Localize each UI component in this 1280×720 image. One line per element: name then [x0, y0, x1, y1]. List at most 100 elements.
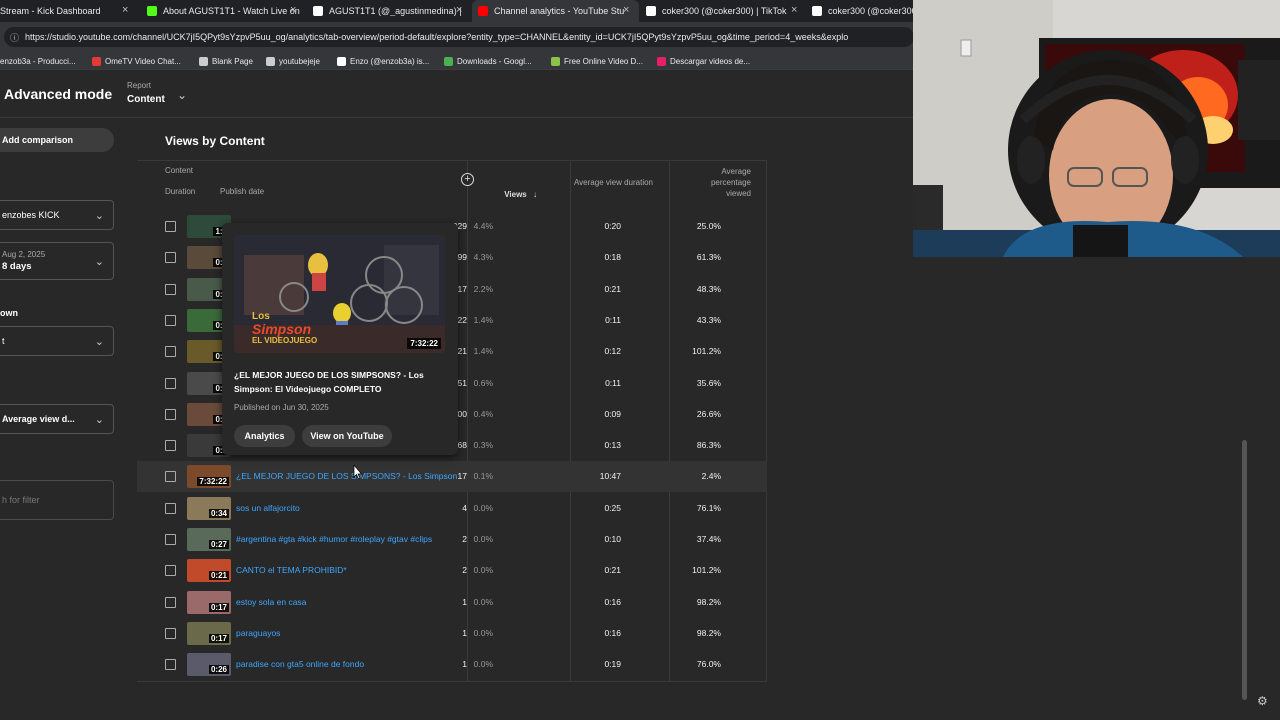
video-title-link[interactable]: sos un alfajorcito — [236, 503, 462, 513]
game-logo: Los Simpson EL VIDEOJUEGO — [252, 311, 318, 345]
metric-select-value: Average view d... — [2, 414, 75, 424]
chevron-down-icon[interactable]: ⌄ — [177, 88, 187, 102]
video-title-link[interactable]: ¿EL MEJOR JUEGO DE LOS SIMPSONS? - Los S… — [236, 471, 462, 481]
row-checkbox[interactable] — [165, 502, 176, 514]
video-thumbnail[interactable]: 0:21 — [187, 559, 231, 583]
column-header-views[interactable]: Views ↓ — [504, 189, 537, 200]
date-range-select[interactable]: Aug 2, 2025 8 days ⌄ — [0, 242, 114, 280]
video-thumbnail[interactable]: 0:34 — [187, 496, 231, 520]
row-checkbox[interactable] — [165, 596, 176, 608]
info-icon[interactable]: ⓘ — [10, 31, 19, 44]
row-checkbox[interactable] — [165, 221, 176, 232]
browser-tab[interactable]: About AGUST1T1 - Watch Live on × — [141, 0, 306, 22]
bookmark-item[interactable]: Downloads - Googl... — [444, 52, 532, 70]
bookmark-item[interactable]: youtubejeje — [266, 52, 320, 70]
video-duration: 0:17 — [208, 633, 229, 643]
row-checkbox[interactable] — [165, 659, 176, 671]
video-title-link[interactable]: CANTO el TEMA PROHIBID* — [236, 565, 462, 575]
report-select-value[interactable]: Content — [127, 94, 165, 105]
add-comparison-button[interactable]: Add comparison — [0, 128, 114, 152]
tab-favicon-icon — [478, 6, 488, 16]
bookmark-item[interactable]: OmeTV Video Chat... — [92, 52, 181, 70]
table-row[interactable]: 0:26 paradise con gta5 online de fondo 1 0.… — [137, 649, 767, 680]
row-checkbox[interactable] — [165, 408, 176, 420]
video-title-link[interactable]: paraguayos — [236, 628, 462, 638]
browser-tab[interactable]: Channel analytics - YouTube Stu × — [472, 0, 639, 22]
row-checkbox[interactable] — [165, 440, 176, 452]
table-row[interactable]: 7:32:22 ¿EL MEJOR JUEGO DE LOS SIMPSONS? … — [137, 461, 767, 493]
close-tab-icon[interactable]: × — [122, 4, 128, 16]
browser-tab[interactable]: Stream - Kick Dashboard × — [0, 0, 138, 22]
gear-icon[interactable]: ⚙ — [1257, 694, 1268, 708]
analytics-sidebar: Add comparison enzobes KICK ⌄ Aug 2, 202… — [0, 118, 125, 720]
table-row[interactable]: 0:34 sos un alfajorcito 4 0.0% 0:25 76.1% — [137, 493, 767, 524]
views-percent: 0.0% — [473, 502, 493, 513]
video-thumbnail[interactable]: 0:17 — [187, 590, 231, 614]
add-column-icon[interactable]: + — [461, 173, 474, 186]
scrollbar-thumb[interactable] — [1242, 440, 1247, 700]
row-checkbox[interactable] — [165, 283, 176, 295]
video-thumbnail[interactable]: 7:32:22 — [187, 465, 231, 489]
video-title-link[interactable]: #argentina #gta #kick #humor #roleplay #… — [236, 534, 462, 544]
view-on-youtube-button[interactable]: View on YouTube — [302, 425, 392, 447]
row-checkbox[interactable] — [165, 627, 176, 639]
bookmark-item[interactable]: enzob3a - Producci... — [0, 52, 76, 70]
views-value: 1 — [462, 627, 467, 638]
row-checkbox[interactable] — [165, 346, 176, 358]
table-row[interactable]: 0:27 #argentina #gta #kick #humor #rolepl… — [137, 524, 767, 555]
row-checkbox[interactable] — [165, 314, 176, 326]
tab-label: About AGUST1T1 - Watch Live on — [163, 6, 300, 16]
close-tab-icon[interactable]: × — [456, 4, 462, 16]
table-row[interactable]: 0:21 CANTO el TEMA PROHIBID* 2 0.0% 0:21 101.… — [137, 555, 767, 586]
browser-tab[interactable]: AGUST1T1 (@_agustinmedina) | × — [307, 0, 472, 22]
channel-select[interactable]: enzobes KICK ⌄ — [0, 200, 114, 230]
breakdown-select-value: t — [2, 336, 5, 346]
video-title-link[interactable]: estoy sola en casa — [236, 597, 462, 607]
chevron-down-icon: ⌄ — [94, 256, 104, 268]
close-tab-icon[interactable]: × — [623, 4, 629, 16]
close-tab-icon[interactable]: × — [290, 4, 296, 16]
bookmark-item[interactable]: Blank Page — [199, 52, 253, 70]
bookmark-label: Enzo (@enzob3a) is... — [350, 56, 430, 66]
browser-tab[interactable]: coker300 (@coker300) | TikTok × — [640, 0, 807, 22]
tab-label: Stream - Kick Dashboard — [0, 6, 101, 16]
breakdown-select[interactable]: t ⌄ — [0, 326, 114, 356]
bookmark-label: Free Online Video D... — [564, 56, 644, 66]
avg-percentage-viewed-value: 101.2% — [692, 565, 721, 576]
row-checkbox[interactable] — [165, 565, 176, 577]
column-header-avg-view-duration[interactable]: Average view duration — [573, 177, 653, 188]
video-thumbnail-large[interactable]: Los Simpson EL VIDEOJUEGO 7:32:22 — [234, 235, 445, 353]
bookmark-label: Blank Page — [212, 56, 253, 66]
metric-select[interactable]: Average view d... ⌄ — [0, 404, 114, 434]
column-header-avg-percentage-viewed[interactable]: Average percentage viewed — [695, 166, 751, 199]
avg-view-duration-value: 0:10 — [604, 534, 621, 544]
row-checkbox[interactable] — [165, 471, 176, 483]
page-scrollbar[interactable] — [1240, 280, 1248, 700]
column-header-publish-date[interactable]: Publish date — [220, 186, 264, 197]
browser-tab[interactable]: coker300 (@coker300) | T — [806, 0, 916, 22]
bookmark-item[interactable]: Enzo (@enzob3a) is... — [337, 52, 429, 70]
video-thumbnail[interactable]: 0:26 — [187, 653, 231, 677]
views-percent: 0.3% — [473, 440, 493, 451]
video-thumbnail[interactable]: 0:27 — [187, 528, 231, 551]
video-title-link[interactable]: paradise con gta5 online de fondo — [236, 659, 462, 669]
row-checkbox[interactable] — [165, 252, 176, 264]
chevron-down-icon: ⌄ — [94, 336, 104, 348]
bookmark-item[interactable]: Free Online Video D... — [551, 52, 643, 70]
row-checkbox[interactable] — [165, 534, 176, 545]
column-header-content[interactable]: Content — [165, 165, 193, 176]
table-row[interactable]: 0:17 paraguayos 1 0.0% 0:16 98.2% — [137, 618, 767, 649]
analytics-button[interactable]: Analytics — [234, 425, 295, 447]
close-tab-icon[interactable]: × — [791, 4, 797, 16]
table-row[interactable]: 0:17 estoy sola en casa 1 0.0% 0:16 98.2% — [137, 587, 767, 618]
column-header-duration[interactable]: Duration — [165, 186, 195, 197]
streamer-webcam-image — [913, 0, 1280, 257]
video-thumbnail[interactable]: 0:17 — [187, 621, 231, 645]
bookmark-item[interactable]: Descargar videos de... — [657, 52, 750, 70]
views-percent: 0.1% — [473, 471, 493, 482]
video-duration-badge: 7:32:22 — [407, 338, 441, 349]
row-checkbox[interactable] — [165, 377, 176, 389]
filter-input[interactable]: h for filter — [0, 480, 114, 520]
views-value: 1 — [462, 596, 467, 607]
url-field[interactable]: ⓘ https://studio.youtube.com/channel/UCK… — [4, 27, 914, 47]
